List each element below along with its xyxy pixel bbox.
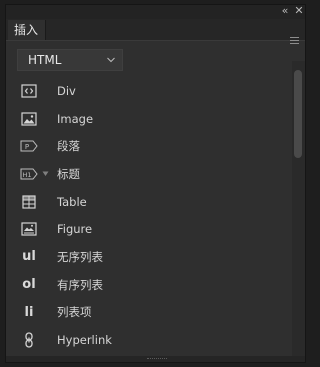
resize-grip-icon[interactable]: [147, 358, 167, 361]
item-label: 有序列表: [57, 277, 103, 292]
paragraph-icon: P: [19, 138, 39, 154]
list-item-div[interactable]: Div: [6, 77, 292, 105]
item-label: 标题: [57, 166, 80, 181]
chevron-down-icon: [107, 57, 115, 63]
item-label: Table: [57, 194, 87, 209]
list-item-unordered-list[interactable]: ul 无序列表: [6, 243, 292, 271]
item-label: Image: [57, 111, 94, 126]
item-label: Hyperlink: [57, 333, 112, 348]
div-tag-icon: [19, 83, 39, 99]
vertical-scrollbar[interactable]: [292, 61, 305, 357]
category-dropdown-value: HTML: [28, 53, 62, 67]
list-item-ordered-list[interactable]: ol 有序列表: [6, 271, 292, 299]
panel-tab-strip: 插入: [6, 19, 305, 44]
item-label: 段落: [57, 139, 80, 154]
list-item-icon: li: [24, 304, 34, 320]
category-dropdown[interactable]: HTML: [17, 49, 123, 71]
item-label: Figure: [57, 222, 93, 237]
link-icon: [19, 332, 39, 348]
svg-text:P: P: [25, 143, 29, 151]
list-item-image[interactable]: Image: [6, 105, 292, 133]
tab-insert[interactable]: 插入: [8, 20, 47, 40]
list-item-paragraph[interactable]: P 段落: [6, 132, 292, 160]
scrollbar-thumb[interactable]: [294, 70, 302, 158]
panel-title-bar: « ✕: [6, 5, 305, 19]
item-label: Div: [57, 83, 76, 98]
figure-icon: [19, 221, 39, 237]
list-item-list-item[interactable]: li 列表项: [6, 299, 292, 327]
panel-menu-icon[interactable]: [290, 37, 299, 45]
ordered-list-icon: ol: [22, 277, 36, 293]
unordered-list-icon: ul: [22, 249, 36, 265]
table-icon: [19, 194, 39, 210]
insert-panel: « ✕ 插入 HTML Div Image P 段落 H1 标题 Table F…: [5, 4, 306, 363]
item-label: 列表项: [57, 305, 92, 320]
collapse-icon[interactable]: «: [279, 5, 291, 18]
expand-triangle-icon[interactable]: [42, 171, 49, 177]
list-item-heading[interactable]: H1 标题: [6, 160, 292, 188]
svg-text:H1: H1: [22, 171, 31, 179]
panel-resize-bar: [6, 356, 305, 362]
image-icon: [19, 111, 39, 127]
heading-icon: H1: [19, 166, 39, 182]
list-item-figure[interactable]: Figure: [6, 215, 292, 243]
list-item-hyperlink[interactable]: Hyperlink: [6, 326, 292, 354]
item-label: 无序列表: [57, 249, 103, 264]
list-item-table[interactable]: Table: [6, 188, 292, 216]
insert-items-list: Div Image P 段落 H1 标题 Table Figure ul 无序列…: [6, 77, 292, 354]
close-icon[interactable]: ✕: [293, 5, 305, 18]
